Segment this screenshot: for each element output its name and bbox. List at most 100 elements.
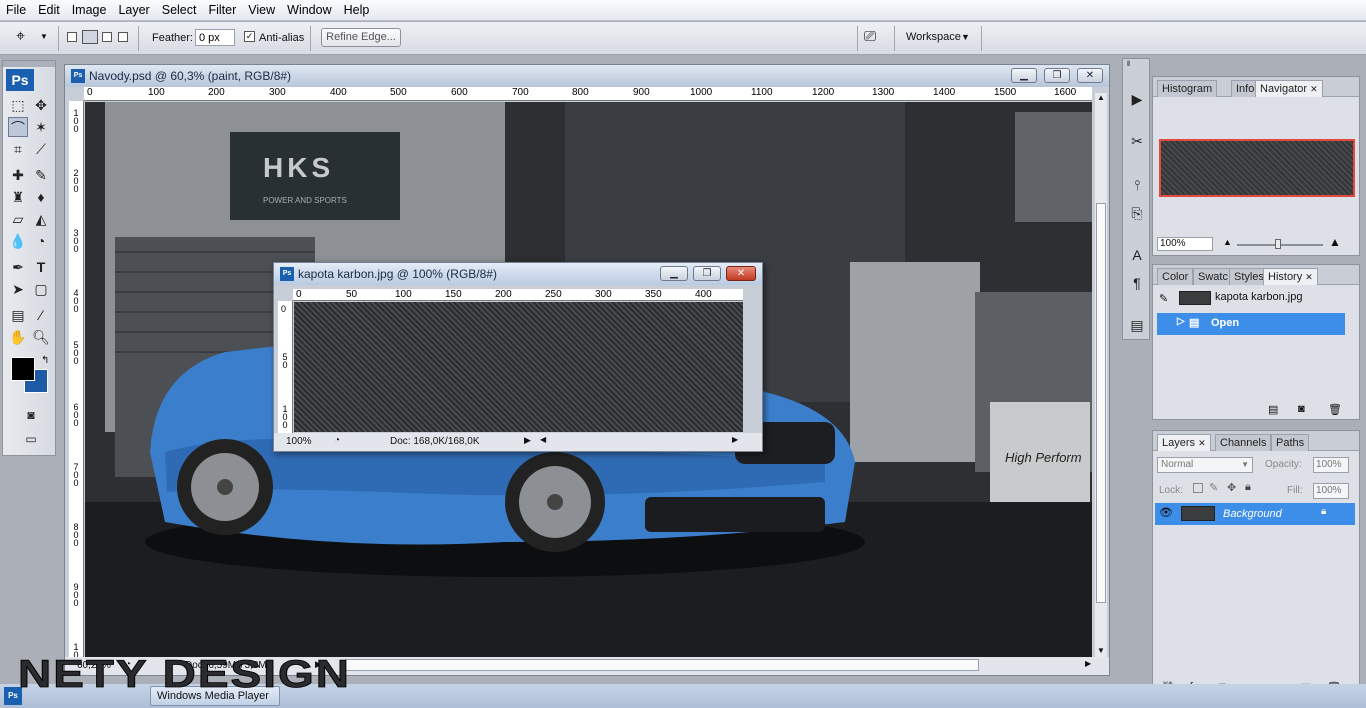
- horizontal-ruler[interactable]: 0 100 200 300 400 500 600 700 800 900 10…: [84, 87, 1092, 101]
- menu-window[interactable]: Window: [281, 0, 337, 21]
- photoshop-logo[interactable]: Ps: [6, 69, 34, 91]
- layer-row-background[interactable]: 👁︎ Background 🔒︎: [1155, 503, 1355, 525]
- carbon-document-titlebar[interactable]: Ps kapota karbon.jpg @ 100% (RGB/8#) ▁ ❐…: [274, 263, 762, 285]
- blur-tool-icon[interactable]: 💧: [8, 231, 28, 251]
- menu-image[interactable]: Image: [66, 0, 113, 21]
- tab-paths[interactable]: Paths: [1271, 434, 1310, 451]
- paragraph-panel-icon[interactable]: ¶: [1126, 272, 1148, 294]
- tab-layers[interactable]: Layers ✕: [1157, 434, 1211, 451]
- tool-presets-icon[interactable]: ✂: [1126, 130, 1148, 152]
- add-to-selection-icon[interactable]: [82, 30, 98, 44]
- carbon-canvas[interactable]: [294, 302, 743, 432]
- main-document-titlebar[interactable]: Ps Navody.psd @ 60,3% (paint, RGB/8#) ▁ …: [65, 65, 1109, 87]
- eraser-tool-icon[interactable]: ▱: [8, 209, 28, 229]
- brushes-panel-icon[interactable]: ⫯: [1126, 174, 1148, 196]
- vertical-scrollbar[interactable]: ▲ ▼: [1095, 93, 1107, 657]
- scroll-right-icon[interactable]: ▶: [1085, 659, 1091, 668]
- tab-history[interactable]: History ✕: [1263, 268, 1318, 285]
- character-panel-icon[interactable]: A: [1126, 244, 1148, 266]
- minimize-button[interactable]: ▁: [660, 266, 688, 281]
- go-to-bridge-icon[interactable]: ⎚: [864, 28, 876, 45]
- restore-button[interactable]: ❐: [693, 266, 721, 281]
- history-step-row[interactable]: ▷ ▤ Open: [1157, 313, 1345, 335]
- blend-mode-select[interactable]: Normal ▼: [1157, 457, 1253, 473]
- close-tab-icon[interactable]: ✕: [1305, 272, 1313, 282]
- crop-tool-icon[interactable]: ⌗: [8, 139, 28, 159]
- tab-channels[interactable]: Channels: [1215, 434, 1272, 451]
- refine-edge-button[interactable]: Refine Edge...: [321, 28, 401, 47]
- marquee-tool-icon[interactable]: ⬚: [8, 95, 28, 115]
- brush-tool-icon[interactable]: ✎: [31, 165, 51, 185]
- minimize-button[interactable]: ▁: [1011, 68, 1037, 83]
- opacity-input[interactable]: 100%: [1313, 457, 1349, 473]
- close-button[interactable]: ✕: [726, 266, 756, 281]
- dock-grip-icon[interactable]: ⦀: [1127, 61, 1145, 71]
- history-brush-source-icon[interactable]: ✎: [1159, 292, 1168, 305]
- lock-position-icon[interactable]: ✥: [1227, 481, 1236, 494]
- foreground-color-swatch[interactable]: [11, 357, 35, 381]
- carbon-horizontal-ruler[interactable]: 0 50 100 150 200 250 300 350 400: [293, 289, 743, 301]
- scroll-up-icon[interactable]: ▲: [1097, 93, 1105, 102]
- move-tool-icon[interactable]: ✥: [31, 95, 51, 115]
- eyedropper-icon[interactable]: ⁄: [31, 305, 51, 325]
- zoom-in-icon[interactable]: ▲: [1329, 235, 1341, 249]
- status-options-icon[interactable]: ◔: [334, 435, 340, 446]
- dodge-tool-icon[interactable]: ◔: [31, 231, 51, 251]
- zoom-tool-icon[interactable]: 🔍︎: [31, 327, 51, 347]
- navigator-thumbnail[interactable]: [1159, 139, 1355, 197]
- history-snapshot-row[interactable]: ✎ kapota karbon.jpg: [1153, 287, 1359, 311]
- workspace-dropdown-icon[interactable]: ▼: [961, 32, 970, 42]
- quick-mask-icon[interactable]: ◙: [21, 405, 41, 425]
- close-tab-icon[interactable]: ✕: [1198, 438, 1206, 448]
- slice-tool-icon[interactable]: ⟋: [31, 139, 51, 159]
- tab-navigator[interactable]: Navigator ✕: [1255, 80, 1323, 97]
- shape-tool-icon[interactable]: ▢: [31, 279, 51, 299]
- fill-input[interactable]: 100%: [1313, 483, 1349, 499]
- workspace-menu[interactable]: Workspace: [906, 31, 961, 43]
- type-tool-icon[interactable]: T: [31, 257, 51, 277]
- antialias-checkbox[interactable]: ✓: [244, 31, 255, 42]
- lock-image-icon[interactable]: ✎: [1209, 481, 1218, 494]
- actions-panel-icon[interactable]: ▶: [1126, 88, 1148, 110]
- lock-all-icon[interactable]: 🔒︎: [1245, 481, 1251, 494]
- carbon-zoom-value[interactable]: 100%: [286, 436, 312, 447]
- polygonal-lasso-tool-preset-icon[interactable]: ⌖: [16, 28, 25, 46]
- delete-state-icon[interactable]: 🗑︎: [1328, 403, 1342, 416]
- vertical-ruler[interactable]: 1 0 0 2 0 0 3 0 0 4 0 0 5 0 0 6 0 0 7 0 …: [69, 101, 84, 657]
- pen-tool-icon[interactable]: ✒: [8, 257, 28, 277]
- lasso-tool-icon[interactable]: ⌒: [8, 117, 28, 137]
- scroll-down-icon[interactable]: ▼: [1097, 646, 1105, 655]
- zoom-slider-thumb[interactable]: [1275, 239, 1281, 249]
- menu-view[interactable]: View: [242, 0, 281, 21]
- lock-transparency-icon[interactable]: [1193, 483, 1203, 493]
- notes-tool-icon[interactable]: ▤: [8, 305, 28, 325]
- menu-layer[interactable]: Layer: [112, 0, 155, 21]
- notes-panel-icon[interactable]: ▤: [1126, 314, 1148, 336]
- horizontal-scroll-thumb[interactable]: [345, 659, 979, 671]
- swap-colors-icon[interactable]: ↰: [41, 355, 49, 366]
- healing-brush-icon[interactable]: ✚: [8, 165, 28, 185]
- menu-select[interactable]: Select: [156, 0, 203, 21]
- scroll-left-icon[interactable]: ◀: [540, 435, 546, 444]
- scroll-right-icon[interactable]: ▶: [732, 435, 738, 444]
- tool-preset-dropdown-icon[interactable]: ▼: [40, 32, 48, 41]
- tab-color[interactable]: Color: [1157, 268, 1194, 285]
- menu-filter[interactable]: Filter: [202, 0, 242, 21]
- toolbox-grip[interactable]: [3, 61, 55, 67]
- new-document-from-state-icon[interactable]: ▤: [1268, 403, 1278, 416]
- status-menu-arrow-icon[interactable]: ▶: [524, 435, 531, 446]
- clone-stamp-icon[interactable]: ♜: [8, 187, 28, 207]
- layer-visibility-eye-icon[interactable]: 👁︎: [1159, 506, 1173, 519]
- carbon-vertical-ruler[interactable]: 0 5 0 1 0 0: [278, 301, 293, 433]
- new-selection-icon[interactable]: [67, 32, 77, 42]
- menu-file[interactable]: File: [0, 0, 32, 21]
- hand-tool-icon[interactable]: ✋: [8, 327, 28, 347]
- tab-histogram[interactable]: Histogram: [1157, 80, 1218, 97]
- paint-bucket-icon[interactable]: ◭: [31, 209, 51, 229]
- magic-wand-icon[interactable]: ✶: [31, 117, 51, 137]
- feather-input[interactable]: [195, 29, 235, 46]
- menu-help[interactable]: Help: [338, 0, 376, 21]
- close-button[interactable]: ✕: [1077, 68, 1103, 83]
- screen-mode-icon[interactable]: ▭: [21, 429, 41, 449]
- subtract-selection-icon[interactable]: [102, 32, 112, 42]
